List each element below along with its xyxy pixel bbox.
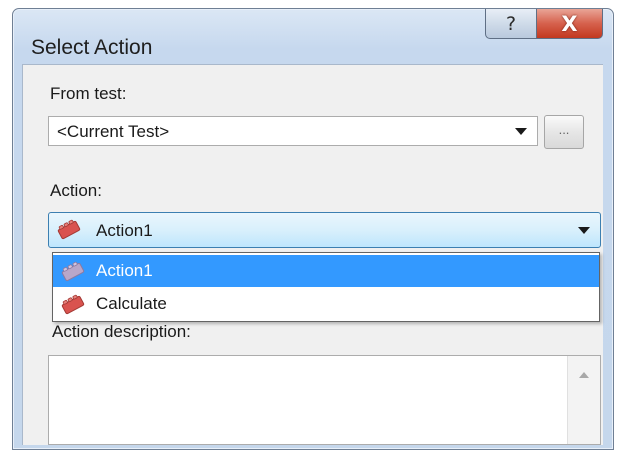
from-test-label: From test: [50, 84, 127, 103]
action-option-action1[interactable]: Action1 [53, 255, 599, 287]
help-button[interactable]: ? [485, 9, 537, 39]
from-test-value: <Current Test> [57, 122, 170, 141]
dialog-title: Select Action [31, 36, 153, 59]
action-block-icon [60, 294, 86, 321]
action-option-label: Action1 [96, 261, 153, 280]
chevron-down-icon [578, 227, 590, 234]
action-selected-value: Action1 [96, 221, 153, 240]
action-dropdown-list: Action1 Calculate [52, 252, 600, 322]
vertical-scrollbar[interactable] [567, 356, 600, 444]
close-icon: X [561, 11, 578, 36]
scroll-up-arrow-icon[interactable] [579, 372, 589, 378]
action-option-label: Calculate [96, 294, 167, 313]
action-description-field[interactable] [48, 355, 601, 445]
help-icon: ? [505, 12, 517, 35]
action-option-calculate[interactable]: Calculate [53, 288, 599, 320]
from-test-combo[interactable]: <Current Test> [48, 116, 538, 146]
caption-buttons: ? X [485, 9, 603, 39]
action-description-label: Action description: [52, 322, 191, 341]
ellipsis-icon: ... [558, 122, 570, 137]
chevron-down-icon [515, 128, 527, 135]
action-label: Action: [50, 181, 102, 200]
close-button[interactable]: X [537, 9, 603, 39]
action-combo[interactable]: Action1 [48, 212, 601, 248]
browse-button[interactable]: ... [544, 115, 584, 149]
action-block-icon [60, 261, 86, 288]
action-block-icon [56, 219, 82, 246]
